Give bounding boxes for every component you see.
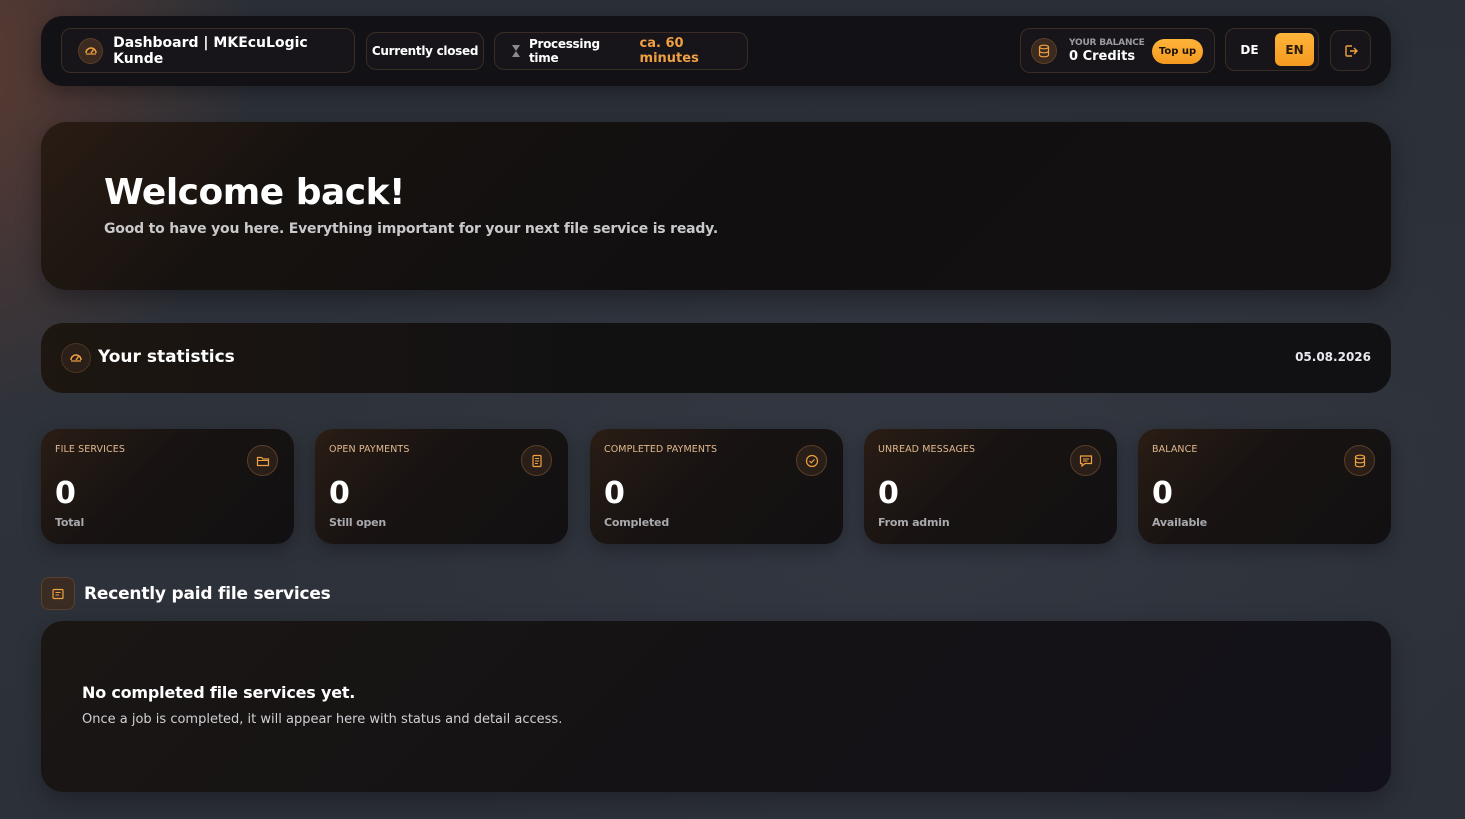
brand-pill[interactable]: Dashboard | MKEcuLogic Kunde xyxy=(61,28,355,73)
lang-en-button[interactable]: EN xyxy=(1275,33,1314,66)
receipt-icon xyxy=(521,445,552,476)
stat-label: COMPLETED PAYMENTS xyxy=(604,444,718,455)
database-icon xyxy=(1031,37,1057,64)
database-icon xyxy=(1344,445,1375,476)
recent-services-title: Recently paid file services xyxy=(84,583,331,604)
balance-widget: YOUR BALANCE 0 Credits Top up xyxy=(1020,28,1215,73)
stat-value: 0 xyxy=(1152,476,1173,511)
stat-label: BALANCE xyxy=(1152,444,1198,455)
stat-card-completed-payments[interactable]: COMPLETED PAYMENTS 0 Completed xyxy=(590,429,843,544)
processing-value: ca. 60 minutes xyxy=(639,36,699,66)
stat-sub: Total xyxy=(55,516,85,529)
stat-card-open-payments[interactable]: OPEN PAYMENTS 0 Still open xyxy=(315,429,568,544)
statistics-header: Your statistics 05.08.2026 xyxy=(41,323,1391,393)
empty-state-title: No completed file services yet. xyxy=(82,683,356,702)
stat-sub: Completed xyxy=(604,516,669,529)
stat-value: 0 xyxy=(604,476,625,511)
welcome-subtitle: Good to have you here. Everything import… xyxy=(104,221,718,237)
stat-value: 0 xyxy=(55,476,76,511)
gauge-icon xyxy=(61,343,91,373)
recent-services-panel: No completed file services yet. Once a j… xyxy=(41,621,1391,792)
welcome-panel: Welcome back! Good to have you here. Eve… xyxy=(41,122,1391,290)
welcome-title: Welcome back! xyxy=(104,172,405,213)
lang-de-button[interactable]: DE xyxy=(1230,33,1269,66)
stat-label: OPEN PAYMENTS xyxy=(329,444,410,455)
logout-button[interactable] xyxy=(1330,30,1371,71)
stat-card-file-services[interactable]: FILE SERVICES 0 Total xyxy=(41,429,294,544)
top-up-button[interactable]: Top up xyxy=(1152,39,1203,64)
statistics-title: Your statistics xyxy=(98,347,235,367)
stat-sub: Still open xyxy=(329,516,387,529)
recent-services-header: Recently paid file services xyxy=(41,577,331,610)
processing-label: Processing time xyxy=(529,37,600,65)
message-icon xyxy=(1070,445,1101,476)
stat-card-balance[interactable]: BALANCE 0 Available xyxy=(1138,429,1391,544)
gauge-icon xyxy=(78,37,104,64)
status-badge: Currently closed xyxy=(366,32,484,70)
folder-icon xyxy=(247,445,278,476)
top-bar: Dashboard | MKEcuLogic Kunde Currently c… xyxy=(41,16,1391,86)
check-circle-icon xyxy=(796,445,827,476)
statistics-date: 05.08.2026 xyxy=(1295,350,1371,364)
stat-label: UNREAD MESSAGES xyxy=(878,444,976,455)
stat-label: FILE SERVICES xyxy=(55,444,125,455)
stat-card-unread-messages[interactable]: UNREAD MESSAGES 0 From admin xyxy=(864,429,1117,544)
stat-value: 0 xyxy=(878,476,899,511)
processing-time-badge: Processing time ca. 60 minutes xyxy=(494,32,748,70)
balance-value: 0 Credits xyxy=(1069,48,1136,64)
page-title: Dashboard | MKEcuLogic Kunde xyxy=(113,34,308,67)
stat-value: 0 xyxy=(329,476,350,511)
balance-label: YOUR BALANCE xyxy=(1069,37,1145,48)
hourglass-icon xyxy=(511,44,521,58)
list-icon xyxy=(41,577,75,610)
logout-icon xyxy=(1343,43,1359,59)
stat-sub: From admin xyxy=(878,516,950,529)
stat-sub: Available xyxy=(1152,516,1207,529)
language-switcher: DE EN xyxy=(1225,28,1319,71)
empty-state-text: Once a job is completed, it will appear … xyxy=(82,712,563,727)
status-text: Currently closed xyxy=(371,44,479,58)
